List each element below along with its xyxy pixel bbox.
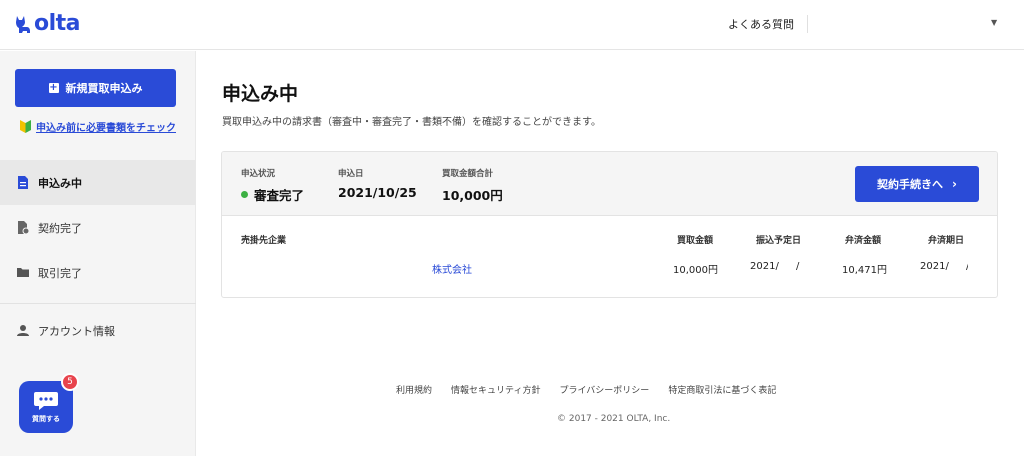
transfer-date: 2021/ / bbox=[750, 261, 800, 272]
chevron-right-icon: › bbox=[952, 177, 957, 191]
olta-logo[interactable]: olta bbox=[14, 11, 81, 36]
column-header: 売掛先企業 bbox=[241, 236, 287, 246]
contract-button-label: 契約手続きへ bbox=[877, 178, 944, 191]
total-value: 10,000円 bbox=[442, 188, 503, 203]
status-summary: 申込状況 審査完了 bbox=[241, 167, 304, 204]
beginner-mark-icon bbox=[20, 120, 31, 133]
cat-logo-icon bbox=[16, 16, 30, 33]
copyright: © 2017 - 2021 OLTA, Inc. bbox=[557, 414, 671, 424]
sidebar-item-deal-done[interactable]: 取引完了 bbox=[0, 250, 196, 295]
check-documents-link[interactable]: 申込み前に必要書類をチェック bbox=[20, 119, 176, 134]
logo-text: olta bbox=[34, 11, 81, 36]
sidebar-item-account[interactable]: アカウント情報 bbox=[0, 308, 196, 353]
folder-icon bbox=[17, 268, 29, 277]
repayment-amount: 10,471円 bbox=[842, 265, 887, 276]
purchase-amount: 10,000円 bbox=[673, 265, 718, 276]
application-summary: 申込状況 審査完了 申込日 2021/10/25 買取金額合計 10,000円 … bbox=[222, 152, 997, 216]
document-icon bbox=[18, 176, 28, 189]
date-value: 2021/10/25 bbox=[338, 185, 417, 200]
date-label: 申込日 bbox=[338, 169, 364, 179]
document-check-icon bbox=[18, 221, 29, 234]
contract-button[interactable]: 契約手続きへ › bbox=[855, 166, 979, 202]
sidebar-item-label: アカウント情報 bbox=[38, 324, 115, 338]
status-label: 申込状況 bbox=[241, 169, 276, 179]
sidebar: + 新規買取申込み 申込み前に必要書類をチェック 申込み中 契約完了 取引完了 bbox=[0, 51, 196, 456]
sidebar-item-label: 取引完了 bbox=[38, 266, 82, 280]
person-icon bbox=[17, 325, 29, 336]
footer-link-security[interactable]: 情報セキュリティ方針 bbox=[451, 383, 540, 396]
column-header: 弁済期日 bbox=[928, 236, 965, 246]
sidebar-item-contract-done[interactable]: 契約完了 bbox=[0, 205, 196, 250]
footer-link-terms[interactable]: 利用規約 bbox=[396, 383, 432, 396]
chat-bubble-icon bbox=[34, 391, 58, 410]
faq-link[interactable]: よくある質問 bbox=[728, 16, 794, 32]
page-title: 申込み中 bbox=[222, 83, 299, 105]
column-header: 弁済金額 bbox=[845, 236, 882, 246]
repayment-date: 2021/ / bbox=[920, 261, 968, 272]
sidebar-item-applying[interactable]: 申込み中 bbox=[0, 160, 196, 205]
check-documents-label: 申込み前に必要書類をチェック bbox=[36, 123, 176, 134]
company-link[interactable]: 株式会社 bbox=[432, 261, 472, 276]
column-header: 買取金額 bbox=[677, 236, 714, 246]
sidebar-item-label: 契約完了 bbox=[38, 221, 82, 235]
sidebar-item-label: 申込み中 bbox=[38, 176, 82, 190]
status-dot-icon bbox=[241, 191, 248, 198]
status-text: 審査完了 bbox=[254, 188, 305, 203]
footer-link-privacy[interactable]: プライバシーポリシー bbox=[559, 383, 649, 396]
application-card: 申込状況 審査完了 申込日 2021/10/25 買取金額合計 10,000円 … bbox=[221, 151, 998, 298]
sidebar-divider bbox=[0, 303, 196, 304]
chevron-down-icon[interactable]: ▼ bbox=[991, 18, 997, 27]
footer-links: 利用規約 情報セキュリティ方針 プライバシーポリシー 特定商取引法に基づく表記 bbox=[396, 383, 795, 396]
plus-icon: + bbox=[48, 82, 59, 93]
header-divider bbox=[807, 15, 808, 33]
footer-link-commerce[interactable]: 特定商取引法に基づく表記 bbox=[668, 383, 776, 396]
date-summary: 申込日 2021/10/25 bbox=[338, 167, 417, 200]
column-header: 振込予定日 bbox=[756, 236, 802, 246]
new-application-button[interactable]: + 新規買取申込み bbox=[15, 69, 176, 107]
top-header: olta よくある質問 ▼ bbox=[0, 0, 1024, 50]
total-label: 買取金額合計 bbox=[442, 169, 494, 179]
page-description: 買取申込み中の請求書（審査中・審査完了・書類不備）を確認することができます。 bbox=[222, 117, 601, 128]
new-application-label: 新規買取申込み bbox=[65, 82, 143, 95]
total-summary: 買取金額合計 10,000円 bbox=[442, 167, 503, 204]
chat-label: 質問する bbox=[32, 414, 60, 423]
notification-badge: 5 bbox=[61, 373, 79, 391]
status-value: 審査完了 bbox=[241, 185, 304, 204]
